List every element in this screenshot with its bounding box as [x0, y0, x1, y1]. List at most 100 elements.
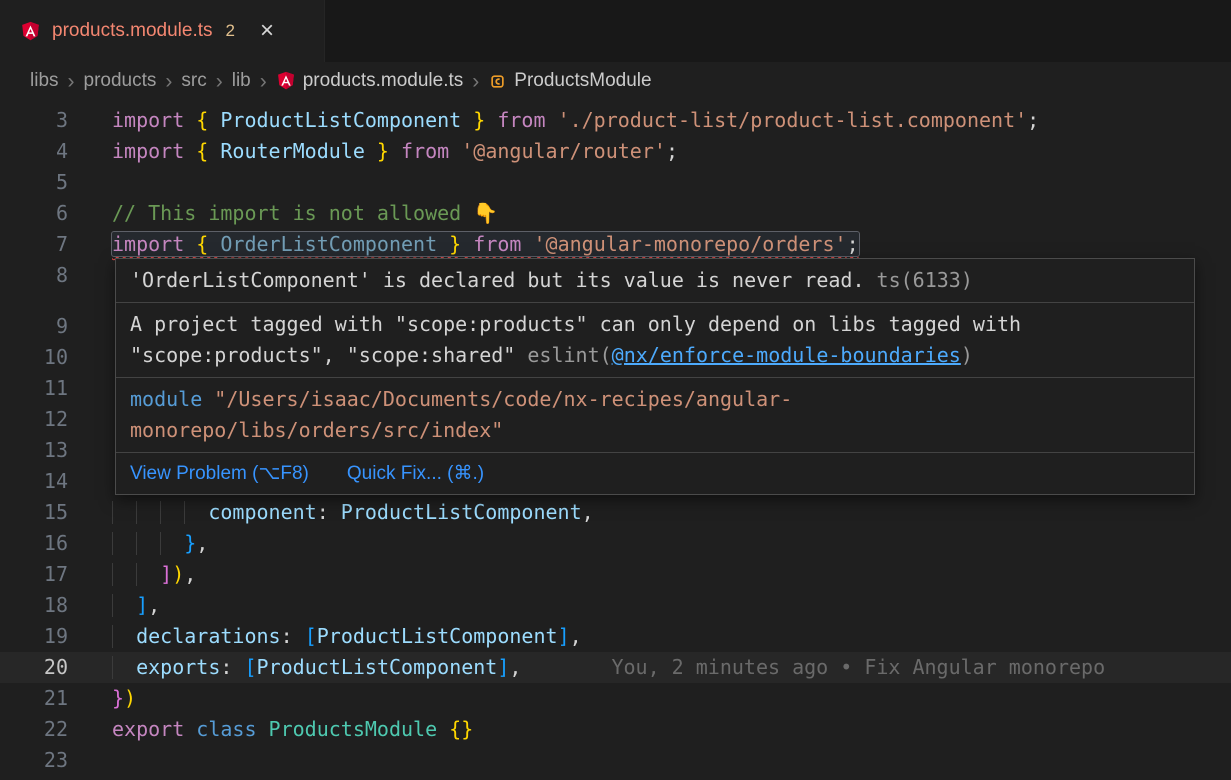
code-token: : — [281, 624, 305, 648]
eslint-rule-link[interactable]: @nx/enforce-module-boundaries — [612, 343, 961, 367]
code-line-6[interactable]: 6 // This import is not allowed 👇 — [0, 198, 1231, 229]
ts-error-text: 'OrderListComponent' is declared but its… — [130, 268, 865, 292]
code-line-18[interactable]: 18 ], — [0, 590, 1231, 621]
code-line-17[interactable]: 17 ]), — [0, 559, 1231, 590]
code-line-19[interactable]: 19 declarations: [ProductListComponent], — [0, 621, 1231, 652]
line-number[interactable]: 14 — [0, 466, 68, 497]
code-token: import — [112, 108, 196, 132]
code-line-15[interactable]: 15 component: ProductListComponent, — [0, 497, 1231, 528]
line-number[interactable]: 12 — [0, 404, 68, 435]
indent-guide — [136, 532, 137, 555]
code-line-5[interactable]: 5 — [0, 167, 1231, 198]
code-token: {} — [449, 717, 473, 741]
code-token: component — [208, 500, 316, 524]
code-token: { — [196, 108, 220, 132]
breadcrumb-item-lib[interactable]: lib — [232, 70, 251, 92]
code-line-22[interactable]: 22 export class ProductsModule {} — [0, 714, 1231, 745]
line-number[interactable]: 17 — [0, 559, 68, 590]
line-number[interactable]: 15 — [0, 497, 68, 528]
line-number[interactable]: 21 — [0, 683, 68, 714]
code-line-7[interactable]: 7import { OrderListComponent } from '@an… — [0, 229, 1231, 260]
line-number[interactable]: 22 — [0, 714, 68, 745]
code-token — [112, 531, 184, 555]
code-token: } — [184, 531, 196, 555]
code-token: { — [196, 139, 220, 163]
breadcrumb-item-src[interactable]: src — [181, 70, 206, 92]
code-token: } — [112, 686, 124, 710]
indent-guide — [160, 501, 161, 524]
angular-icon — [20, 21, 41, 42]
code-token: ) — [172, 562, 184, 586]
close-icon[interactable]: × — [260, 19, 274, 43]
code-line-23[interactable]: 23 — [0, 745, 1231, 776]
code-token: './product-list/product-list.component' — [558, 108, 1028, 132]
line-number[interactable]: 16 — [0, 528, 68, 559]
code-token: ProductListComponent — [341, 500, 582, 524]
line-content: // This import is not allowed 👇 — [112, 201, 498, 225]
line-content: export class ProductsModule {} — [112, 717, 473, 741]
quick-fix-button[interactable]: Quick Fix... (⌘.) — [347, 462, 484, 485]
view-problem-button[interactable]: View Problem (⌥F8) — [130, 462, 309, 485]
code-line-16[interactable]: 16 }, — [0, 528, 1231, 559]
line-number[interactable]: 9 — [0, 311, 68, 342]
indent-guide — [136, 563, 137, 586]
line-number[interactable]: 10 — [0, 342, 68, 373]
line-number[interactable]: 19 — [0, 621, 68, 652]
class-icon — [488, 72, 507, 91]
code-token — [112, 593, 136, 617]
line-number[interactable]: 20 — [0, 652, 68, 683]
code-line-3[interactable]: 3 import { ProductListComponent } from '.… — [0, 105, 1231, 136]
code-token: [ — [244, 655, 256, 679]
code-token: '@angular-monorepo/orders' — [533, 232, 846, 256]
breadcrumb-label: products — [84, 70, 157, 92]
hover-eslint-diagnostic: A project tagged with "scope:products" c… — [116, 302, 1194, 377]
code-line-20[interactable]: 20 exports: [ProductListComponent],You, … — [0, 652, 1231, 683]
chevron-right-icon: › — [165, 71, 172, 92]
line-number[interactable]: 4 — [0, 136, 68, 167]
breadcrumb-item-products-module-ts[interactable]: products.module.ts — [276, 70, 464, 92]
line-number[interactable]: 13 — [0, 435, 68, 466]
eslint-error-line1: A project tagged with "scope:products" c… — [130, 312, 1021, 336]
line-content: import { RouterModule } from '@angular/r… — [112, 139, 678, 163]
breadcrumb-label: lib — [232, 70, 251, 92]
line-number[interactable]: 7 — [0, 229, 68, 260]
code-token: ) — [124, 686, 136, 710]
breadcrumb-item-products[interactable]: products — [84, 70, 157, 92]
code-token: ] — [136, 593, 148, 617]
chevron-right-icon: › — [216, 71, 223, 92]
code-token — [112, 655, 136, 679]
code-line-4[interactable]: 4 import { RouterModule } from '@angular/… — [0, 136, 1231, 167]
code-token: import — [112, 139, 196, 163]
code-token: ProductsModule — [269, 717, 450, 741]
breadcrumb-label: libs — [30, 70, 59, 92]
line-number[interactable]: 11 — [0, 373, 68, 404]
indent-guide — [184, 501, 185, 524]
tab-products-module-ts[interactable]: products.module.ts 2 × — [0, 0, 325, 62]
hover-action-bar: View Problem (⌥F8) Quick Fix... (⌘.) — [116, 452, 1194, 494]
code-token: class — [196, 717, 268, 741]
ts-error-code: ts(6133) — [865, 268, 973, 292]
module-path-line1: "/Users/isaac/Documents/code/nx-recipes/… — [202, 387, 792, 411]
line-number[interactable]: 8 — [0, 260, 68, 291]
breadcrumb-item-productsmodule[interactable]: ProductsModule — [488, 70, 651, 92]
code-token: import — [112, 232, 196, 256]
code-token: ProductListComponent — [317, 624, 558, 648]
code-token: 👇 — [473, 201, 498, 225]
line-number[interactable]: 18 — [0, 590, 68, 621]
line-number[interactable]: 5 — [0, 167, 68, 198]
code-token: // This import is not allowed — [112, 201, 473, 225]
module-keyword: module — [130, 387, 202, 411]
code-token: from — [389, 139, 461, 163]
line-content: import { ProductListComponent } from './… — [112, 108, 1039, 132]
code-token: OrderListComponent — [220, 232, 437, 256]
line-number[interactable]: 3 — [0, 105, 68, 136]
eslint-error-line2: "scope:products", "scope:shared" — [130, 343, 527, 367]
code-token: , — [148, 593, 160, 617]
line-number[interactable]: 23 — [0, 745, 68, 776]
breadcrumb-item-libs[interactable]: libs — [30, 70, 59, 92]
indent-guide — [112, 532, 113, 555]
code-line-21[interactable]: 21}) — [0, 683, 1231, 714]
code-token: export — [112, 717, 196, 741]
line-number[interactable]: 6 — [0, 198, 68, 229]
indent-guide — [160, 532, 161, 555]
